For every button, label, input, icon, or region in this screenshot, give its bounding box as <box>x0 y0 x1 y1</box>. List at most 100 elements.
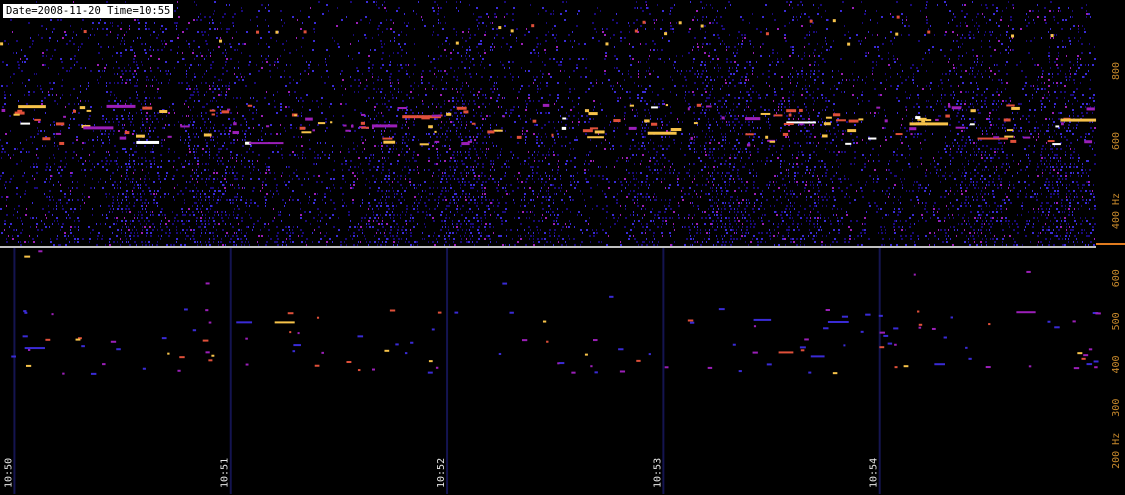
noise-speckle <box>702 19 703 21</box>
noise-speckle <box>422 211 424 213</box>
noise-speckle <box>138 22 140 24</box>
noise-speckle <box>102 118 104 120</box>
noise-speckle <box>102 235 103 237</box>
noise-speckle <box>258 154 260 156</box>
noise-speckle <box>130 103 132 105</box>
noise-speckle <box>186 220 187 222</box>
noise-speckle <box>161 142 162 144</box>
noise-speckle <box>393 148 394 150</box>
noise-speckle <box>256 112 257 114</box>
noise-speckle <box>408 241 410 243</box>
noise-speckle <box>177 61 179 63</box>
noise-speckle <box>126 205 128 207</box>
noise-speckle <box>118 205 120 207</box>
noise-speckle <box>490 169 491 171</box>
noise-speckle <box>164 139 165 141</box>
noise-speckle <box>320 238 322 240</box>
noise-speckle <box>213 226 214 228</box>
noise-speckle <box>284 70 285 72</box>
noise-speckle <box>358 166 359 168</box>
noise-speckle <box>117 187 118 189</box>
noise-speckle <box>422 19 423 21</box>
noise-speckle <box>37 235 38 237</box>
noise-speckle <box>529 238 530 240</box>
noise-speckle <box>56 238 58 240</box>
noise-speckle <box>578 58 580 60</box>
noise-speckle <box>233 142 235 144</box>
noise-speckle <box>276 112 278 114</box>
noise-speckle <box>560 13 562 15</box>
noise-speckle <box>477 25 478 27</box>
noise-speckle <box>533 76 534 78</box>
noise-speckle <box>60 130 61 132</box>
noise-speckle <box>456 103 457 105</box>
noise-speckle <box>664 178 665 180</box>
noise-speckle <box>246 205 247 207</box>
noise-speckle <box>616 160 618 162</box>
noise-speckle <box>473 166 474 168</box>
noise-speckle <box>284 127 285 129</box>
noise-speckle <box>24 193 26 195</box>
noise-speckle <box>310 223 311 225</box>
noise-speckle <box>308 67 310 69</box>
noise-speckle <box>157 136 159 138</box>
noise-speckle <box>225 61 227 63</box>
noise-speckle <box>492 49 493 51</box>
noise-speckle <box>712 136 713 138</box>
noise-speckle <box>149 226 151 228</box>
noise-speckle <box>142 64 143 66</box>
noise-speckle <box>518 172 520 174</box>
noise-speckle <box>382 64 384 66</box>
noise-speckle <box>128 178 129 180</box>
noise-speckle <box>196 178 197 180</box>
noise-speckle <box>116 52 118 54</box>
noise-speckle <box>114 187 115 189</box>
noise-speckle <box>370 154 372 156</box>
noise-speckle <box>368 208 369 210</box>
noise-speckle <box>354 130 356 132</box>
noise-speckle <box>222 67 224 69</box>
noise-speckle <box>697 241 698 243</box>
noise-speckle <box>376 205 378 207</box>
noise-speckle <box>173 244 175 246</box>
noise-speckle <box>569 220 570 222</box>
noise-speckle <box>728 70 730 72</box>
noise-speckle <box>266 241 268 243</box>
noise-speckle <box>668 205 670 207</box>
noise-speckle <box>378 76 379 78</box>
noise-speckle <box>42 55 44 57</box>
noise-speckle <box>457 115 458 117</box>
noise-speckle <box>636 241 638 243</box>
noise-speckle <box>490 76 492 78</box>
noise-speckle <box>352 238 353 240</box>
noise-speckle <box>570 40 571 42</box>
noise-speckle <box>516 28 518 30</box>
noise-speckle <box>657 94 659 96</box>
noise-speckle <box>532 178 533 180</box>
noise-speckle <box>230 157 231 159</box>
noise-speckle <box>105 157 107 159</box>
noise-speckle <box>670 106 671 108</box>
noise-speckle <box>213 241 214 243</box>
noise-speckle <box>598 175 600 177</box>
noise-speckle <box>593 235 595 237</box>
noise-speckle <box>646 238 647 240</box>
noise-speckle <box>536 76 538 78</box>
noise-speckle <box>506 109 507 111</box>
noise-speckle <box>188 142 189 144</box>
noise-speckle <box>398 43 400 45</box>
noise-speckle <box>200 202 201 204</box>
noise-speckle <box>133 172 134 174</box>
noise-speckle <box>218 130 220 132</box>
noise-speckle <box>501 46 502 48</box>
noise-speckle <box>161 49 163 51</box>
noise-speckle <box>96 244 98 246</box>
noise-speckle <box>370 118 371 120</box>
noise-speckle <box>661 178 662 180</box>
noise-speckle <box>632 46 634 48</box>
noise-speckle <box>714 229 716 231</box>
noise-speckle <box>653 148 655 150</box>
noise-speckle <box>406 238 407 240</box>
noise-speckle <box>218 46 220 48</box>
noise-speckle <box>382 103 383 105</box>
